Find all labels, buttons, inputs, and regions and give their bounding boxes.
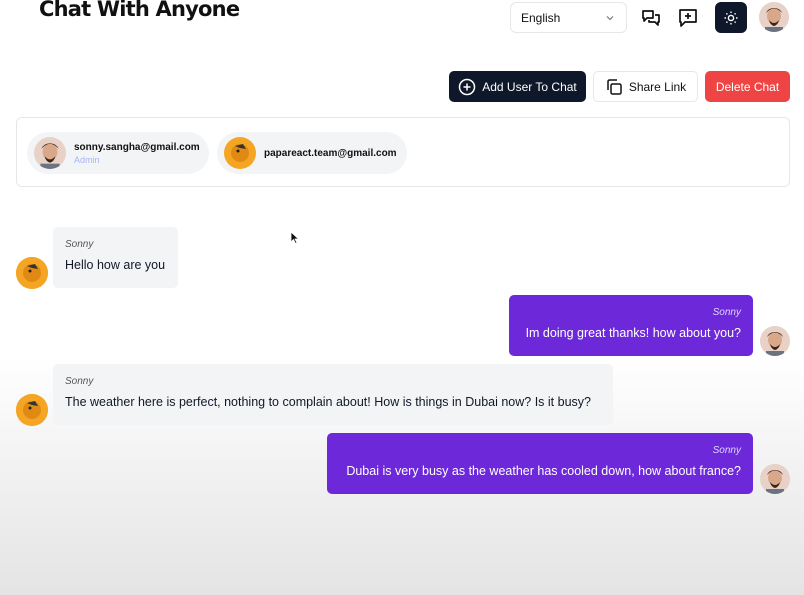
user-avatar: [760, 464, 790, 494]
member-role-badge: Admin: [74, 154, 100, 165]
new-chat-icon[interactable]: [674, 4, 702, 32]
message-text: Hello how are you: [65, 258, 166, 272]
theme-toggle-button[interactable]: [715, 2, 747, 33]
user-avatar: [760, 326, 790, 356]
share-link-label: Share Link: [628, 79, 687, 94]
message-text: The weather here is perfect, nothing to …: [65, 395, 591, 409]
message-bubble: Sonny Hello how are you: [53, 227, 178, 288]
plus-circle-icon: [459, 78, 476, 95]
message-sender: Sonny: [65, 239, 94, 250]
member-avatar: [224, 137, 256, 169]
add-user-to-chat-label: Add User To Chat: [482, 79, 577, 94]
user-avatar[interactable]: [759, 2, 789, 32]
chat-members-panel: sonny.sangha@gmail.com Admin papareact.t…: [16, 117, 790, 187]
delete-chat-label: Delete Chat: [715, 79, 780, 94]
language-select-value: English: [521, 10, 561, 25]
message-sender: Sonny: [712, 307, 741, 318]
sender-avatar: [16, 257, 48, 289]
message-text: Im doing great thanks! how about you?: [525, 326, 741, 340]
member-email: papareact.team@gmail.com: [264, 147, 397, 159]
sun-icon: [724, 11, 738, 24]
member-pill[interactable]: papareact.team@gmail.com: [217, 132, 407, 174]
chats-icon[interactable]: [637, 4, 665, 32]
add-user-to-chat-button[interactable]: Add User To Chat: [449, 71, 586, 102]
member-pill[interactable]: sonny.sangha@gmail.com Admin: [27, 132, 209, 174]
sender-avatar: [16, 394, 48, 426]
message-bubble: Sonny The weather here is perfect, nothi…: [53, 364, 613, 425]
message-bubble: Sonny Dubai is very busy as the weather …: [327, 433, 753, 494]
delete-chat-button[interactable]: Delete Chat: [705, 71, 790, 102]
copy-icon: [607, 78, 622, 95]
mouse-cursor-icon: [290, 231, 300, 245]
language-select[interactable]: English: [510, 2, 627, 33]
app-title: Chat With Anyone: [39, 0, 240, 21]
member-avatar: [34, 137, 66, 169]
share-link-button[interactable]: Share Link: [593, 71, 698, 102]
member-email: sonny.sangha@gmail.com: [74, 141, 200, 153]
message-text: Dubai is very busy as the weather has co…: [346, 464, 741, 478]
chevron-down-icon: [606, 15, 614, 20]
message-bubble: Sonny Im doing great thanks! how about y…: [509, 295, 753, 356]
message-sender: Sonny: [712, 445, 741, 456]
message-sender: Sonny: [65, 376, 94, 387]
